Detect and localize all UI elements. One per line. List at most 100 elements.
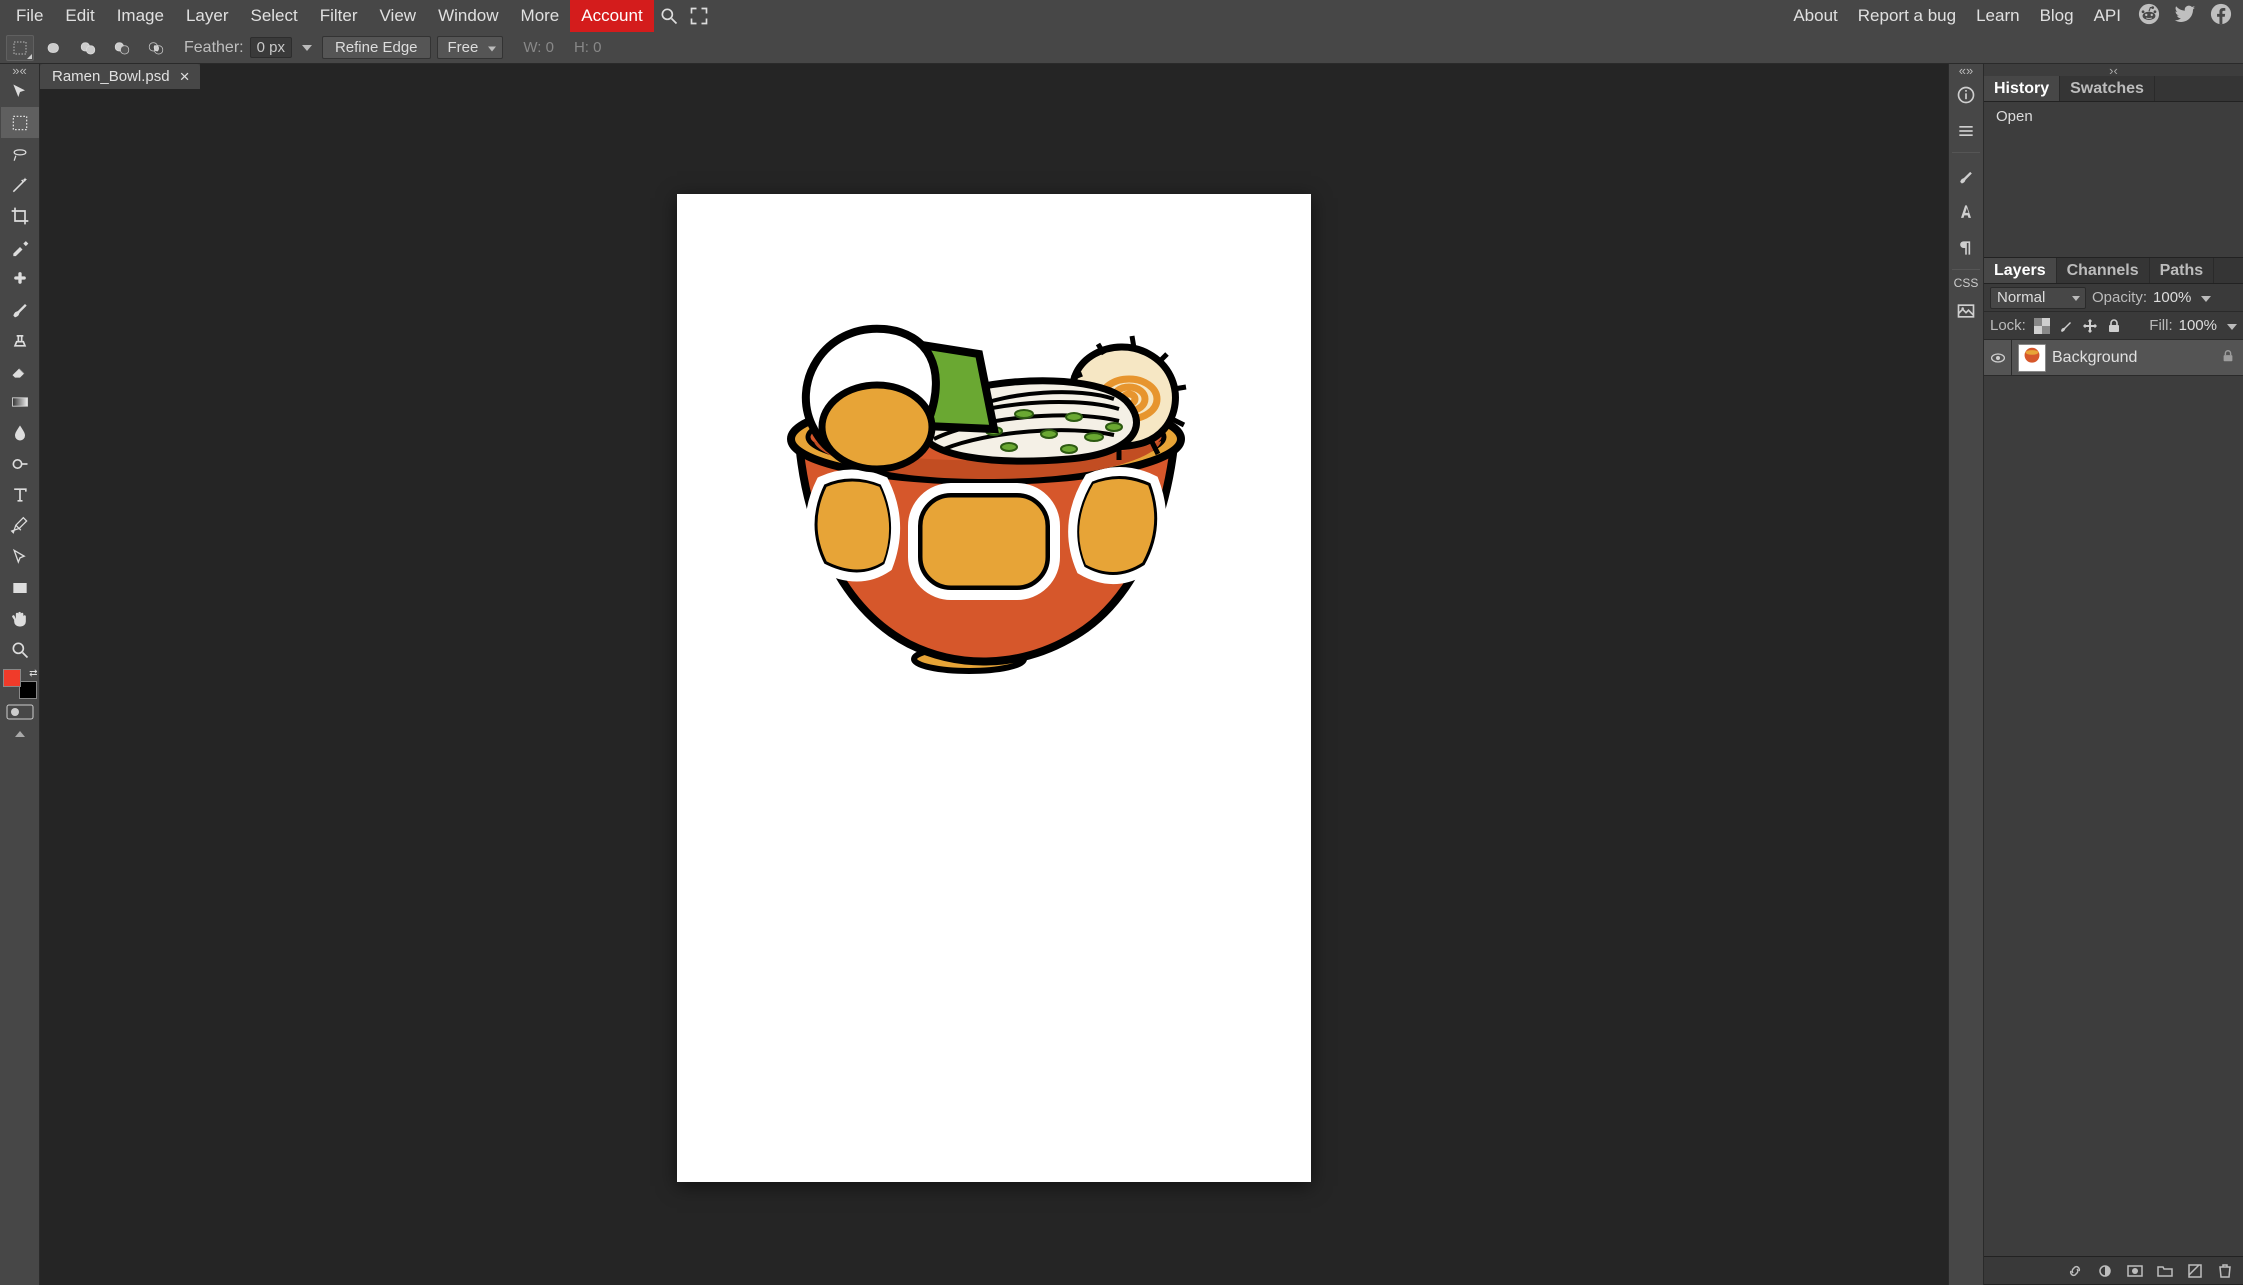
rect-select-tool[interactable]	[1, 107, 39, 138]
layers-footer	[1984, 1256, 2243, 1284]
eraser-tool[interactable]	[1, 355, 39, 386]
quick-mask-toggle[interactable]	[4, 703, 36, 721]
healing-brush-tool[interactable]	[1, 262, 39, 293]
selection-subtract-icon[interactable]	[108, 35, 136, 61]
fill-value[interactable]: 100%	[2179, 317, 2217, 334]
add-mask-icon[interactable]	[2125, 1261, 2145, 1281]
layer-name[interactable]: Background	[2052, 349, 2137, 367]
paragraph-panel-icon[interactable]	[1950, 231, 1982, 265]
opacity-caret-icon[interactable]	[2197, 289, 2211, 306]
menu-edit[interactable]: Edit	[54, 0, 105, 32]
css-panel-button[interactable]: CSS	[1954, 274, 1979, 292]
menu-account[interactable]: Account	[570, 0, 653, 32]
refine-edge-button[interactable]: Refine Edge	[322, 36, 431, 59]
shape-tool[interactable]	[1, 572, 39, 603]
selection-intersect-icon[interactable]	[142, 35, 170, 61]
tab-paths[interactable]: Paths	[2150, 258, 2215, 283]
menu-layer[interactable]: Layer	[175, 0, 240, 32]
background-color[interactable]	[19, 681, 37, 699]
menu-select[interactable]: Select	[239, 0, 308, 32]
canvas-content	[769, 309, 1219, 679]
menu-more[interactable]: More	[510, 0, 571, 32]
twitter-icon[interactable]	[2171, 0, 2199, 28]
thumbnail-panel-icon[interactable]	[1950, 294, 1982, 328]
dodge-tool[interactable]	[1, 448, 39, 479]
info-panel-icon[interactable]	[1950, 78, 1982, 112]
fill-caret-icon[interactable]	[2223, 317, 2237, 334]
fullscreen-icon[interactable]	[684, 0, 714, 32]
history-panel-body: Open	[1984, 102, 2243, 257]
lock-all-icon[interactable]	[2104, 316, 2124, 336]
layer-thumbnail[interactable]	[2018, 344, 2046, 372]
brushes-panel-icon[interactable]	[1950, 159, 1982, 193]
height-label: H: 0	[560, 39, 602, 56]
hand-tool[interactable]	[1, 603, 39, 634]
link-blog[interactable]: Blog	[2034, 0, 2080, 32]
selection-mode-select[interactable]: Free	[437, 36, 504, 59]
lock-transparency-icon[interactable]	[2032, 316, 2052, 336]
character-panel-icon[interactable]	[1950, 195, 1982, 229]
layer-effects-icon[interactable]	[2095, 1261, 2115, 1281]
history-item[interactable]: Open	[1992, 106, 2235, 127]
menubar-right: About Report a bug Learn Blog API	[1787, 0, 2243, 32]
lasso-tool[interactable]	[1, 138, 39, 169]
move-tool[interactable]	[1, 76, 39, 107]
magic-wand-tool[interactable]	[1, 169, 39, 200]
menu-filter[interactable]: Filter	[309, 0, 369, 32]
link-about[interactable]: About	[1787, 0, 1843, 32]
new-layer-icon[interactable]	[2185, 1261, 2205, 1281]
layer-locked-icon	[2221, 348, 2235, 368]
delete-layer-icon[interactable]	[2215, 1261, 2235, 1281]
current-tool-indicator[interactable]	[6, 35, 34, 61]
tab-channels[interactable]: Channels	[2057, 258, 2150, 283]
feather-caret-icon[interactable]	[298, 37, 316, 59]
color-swatches[interactable]: ⇄	[3, 669, 37, 699]
link-layers-icon[interactable]	[2065, 1261, 2085, 1281]
pen-tool[interactable]	[1, 510, 39, 541]
document-tab[interactable]: Ramen_Bowl.psd ×	[40, 64, 200, 89]
new-folder-icon[interactable]	[2155, 1261, 2175, 1281]
link-learn[interactable]: Learn	[1970, 0, 2025, 32]
path-select-tool[interactable]	[1, 541, 39, 572]
tab-layers[interactable]: Layers	[1984, 258, 2057, 283]
zoom-tool[interactable]	[1, 634, 39, 665]
clone-stamp-tool[interactable]	[1, 324, 39, 355]
reddit-icon[interactable]	[2135, 0, 2163, 28]
toolbox-collapse-handle[interactable]: »«	[0, 64, 39, 76]
eyedropper-tool[interactable]	[1, 231, 39, 262]
search-icon[interactable]	[654, 0, 684, 32]
facebook-icon[interactable]	[2207, 0, 2235, 28]
link-report[interactable]: Report a bug	[1852, 0, 1962, 32]
selection-add-icon[interactable]	[74, 35, 102, 61]
layer-row[interactable]: Background	[1984, 340, 2243, 376]
crop-tool[interactable]	[1, 200, 39, 231]
selection-new-icon[interactable]	[40, 35, 68, 61]
panels-dragbar-top[interactable]: ›‹	[1984, 64, 2243, 76]
gradient-tool[interactable]	[1, 386, 39, 417]
menu-file[interactable]: File	[5, 0, 54, 32]
menu-window[interactable]: Window	[427, 0, 509, 32]
type-tool[interactable]	[1, 479, 39, 510]
close-tab-icon[interactable]: ×	[180, 68, 190, 85]
swap-colors-icon[interactable]: ⇄	[29, 668, 37, 679]
workspace[interactable]	[40, 89, 1948, 1285]
blend-mode-select[interactable]: Normal	[1990, 287, 2086, 309]
menu-image[interactable]: Image	[106, 0, 175, 32]
lock-position-icon[interactable]	[2080, 316, 2100, 336]
lock-pixels-icon[interactable]	[2056, 316, 2076, 336]
link-api[interactable]: API	[2088, 0, 2127, 32]
tab-history[interactable]: History	[1984, 76, 2060, 101]
toolbox-expand-icon[interactable]	[6, 727, 34, 741]
layout-panel-icon[interactable]	[1950, 114, 1982, 148]
brush-tool[interactable]	[1, 293, 39, 324]
rightstrip-collapse-handle[interactable]: «»	[1949, 64, 1983, 76]
lock-label: Lock:	[1990, 317, 2026, 334]
menu-view[interactable]: View	[369, 0, 428, 32]
feather-value[interactable]: 0 px	[250, 37, 292, 58]
foreground-color[interactable]	[3, 669, 21, 687]
blur-tool[interactable]	[1, 417, 39, 448]
canvas[interactable]	[677, 194, 1311, 1182]
tab-swatches[interactable]: Swatches	[2060, 76, 2155, 101]
opacity-value[interactable]: 100%	[2153, 289, 2191, 306]
layer-visibility-toggle[interactable]	[1984, 340, 2012, 375]
